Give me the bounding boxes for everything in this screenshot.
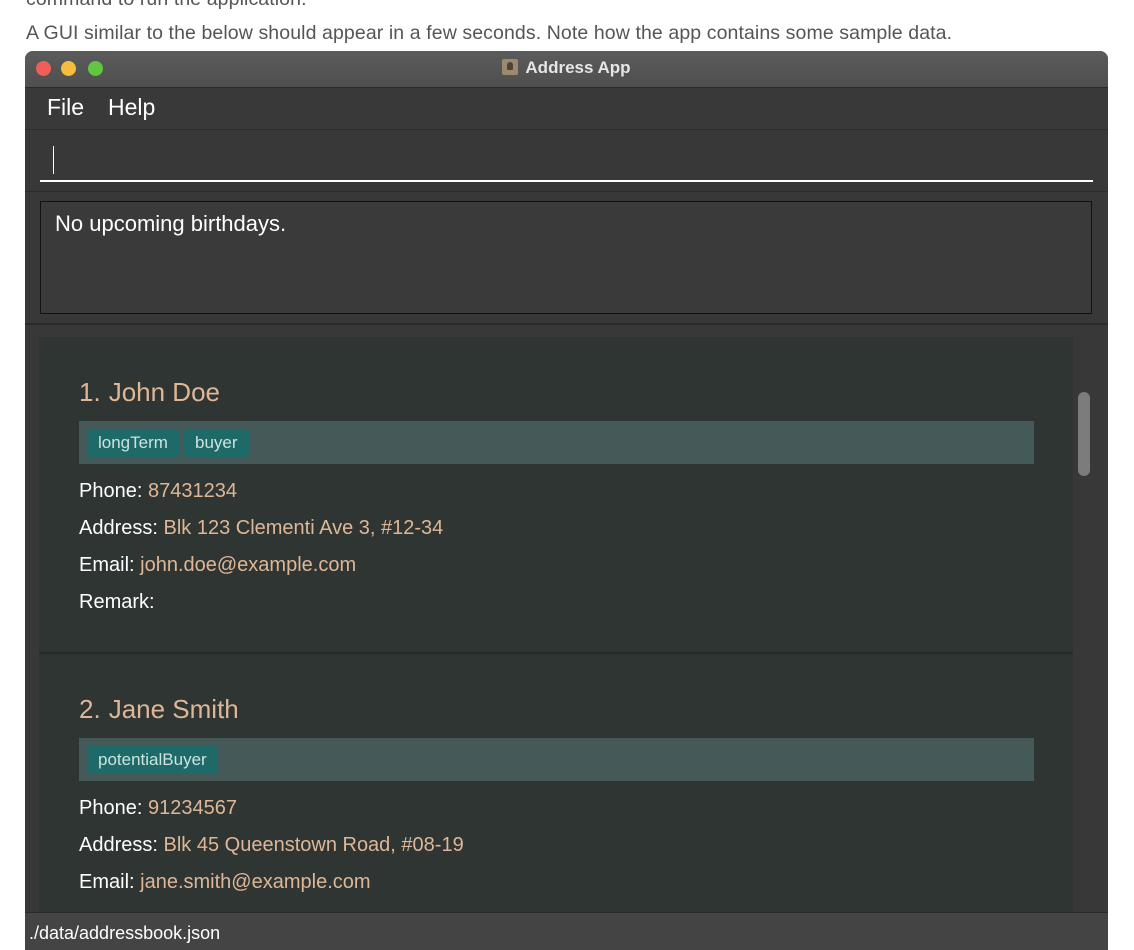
tag-chip: potentialBuyer xyxy=(87,746,218,774)
address-field: Address: Blk 45 Queenstown Road, #08-19 xyxy=(79,834,464,857)
tag-bar: potentialBuyer xyxy=(79,738,1034,781)
phone-field: Phone: 87431234 xyxy=(79,480,237,503)
email-field: Email: john.doe@example.com xyxy=(79,554,356,577)
address-value: Blk 45 Queenstown Road, #08-19 xyxy=(163,834,464,856)
phone-value: 91234567 xyxy=(147,797,237,819)
person-name-line: 1. John Doe xyxy=(79,377,220,408)
person-card[interactable]: 2. Jane Smith potentialBuyer Phone: 91234… xyxy=(39,654,1073,912)
save-location: ./data/addressbook.json xyxy=(29,923,221,943)
doc-text-line-1: command to run the application. xyxy=(26,0,307,11)
result-area: No upcoming birthdays. xyxy=(25,192,1108,326)
menu-help[interactable]: Help xyxy=(108,94,155,121)
person-index: 2. xyxy=(79,694,101,724)
tag-bar: longTerm buyer xyxy=(79,421,1034,464)
command-area xyxy=(25,130,1108,193)
tag-chip: buyer xyxy=(184,429,249,457)
app-window: Address App File Help No upcoming birthd… xyxy=(25,51,1108,950)
phone-value: 87431234 xyxy=(147,480,237,502)
result-message: No upcoming birthdays. xyxy=(55,211,287,236)
person-index: 1. xyxy=(79,377,101,407)
email-label: Email: xyxy=(79,554,135,576)
menu-bar: File Help xyxy=(25,88,1108,130)
person-name-line: 2. Jane Smith xyxy=(79,694,239,725)
person-card[interactable]: 1. John Doe longTerm buyer Phone: 8743123… xyxy=(39,337,1073,654)
command-input[interactable] xyxy=(40,142,1093,182)
doc-text-line-2: A GUI similar to the below should appear… xyxy=(26,22,953,44)
phone-label: Phone: xyxy=(79,797,143,819)
remark-field: Remark: xyxy=(79,591,155,614)
address-book-icon xyxy=(502,59,519,75)
address-field: Address: Blk 123 Clementi Ave 3, #12-34 xyxy=(79,517,443,540)
status-bar: ./data/addressbook.json xyxy=(25,912,1108,950)
email-value: john.doe@example.com xyxy=(140,554,357,576)
email-label: Email: xyxy=(79,871,135,893)
person-name: John Doe xyxy=(108,377,220,407)
menu-file[interactable]: File xyxy=(47,94,84,121)
phone-label: Phone: xyxy=(79,480,143,502)
result-display[interactable]: No upcoming birthdays. xyxy=(40,201,1092,314)
title-bar[interactable]: Address App xyxy=(25,51,1108,88)
person-name: Jane Smith xyxy=(108,694,239,724)
tag-chip: longTerm xyxy=(87,429,179,457)
remark-label: Remark: xyxy=(79,591,155,613)
address-label: Address: xyxy=(79,517,158,539)
window-title: Address App xyxy=(525,58,631,77)
email-field: Email: jane.smith@example.com xyxy=(79,871,371,894)
window-title-wrap: Address App xyxy=(25,58,1108,78)
address-label: Address: xyxy=(79,834,158,856)
phone-field: Phone: 91234567 xyxy=(79,797,237,820)
person-list[interactable]: 1. John Doe longTerm buyer Phone: 8743123… xyxy=(25,325,1108,912)
list-scrollbar[interactable] xyxy=(1078,392,1090,476)
address-value: Blk 123 Clementi Ave 3, #12-34 xyxy=(163,517,444,539)
email-value: jane.smith@example.com xyxy=(140,871,371,893)
text-caret xyxy=(53,146,54,174)
